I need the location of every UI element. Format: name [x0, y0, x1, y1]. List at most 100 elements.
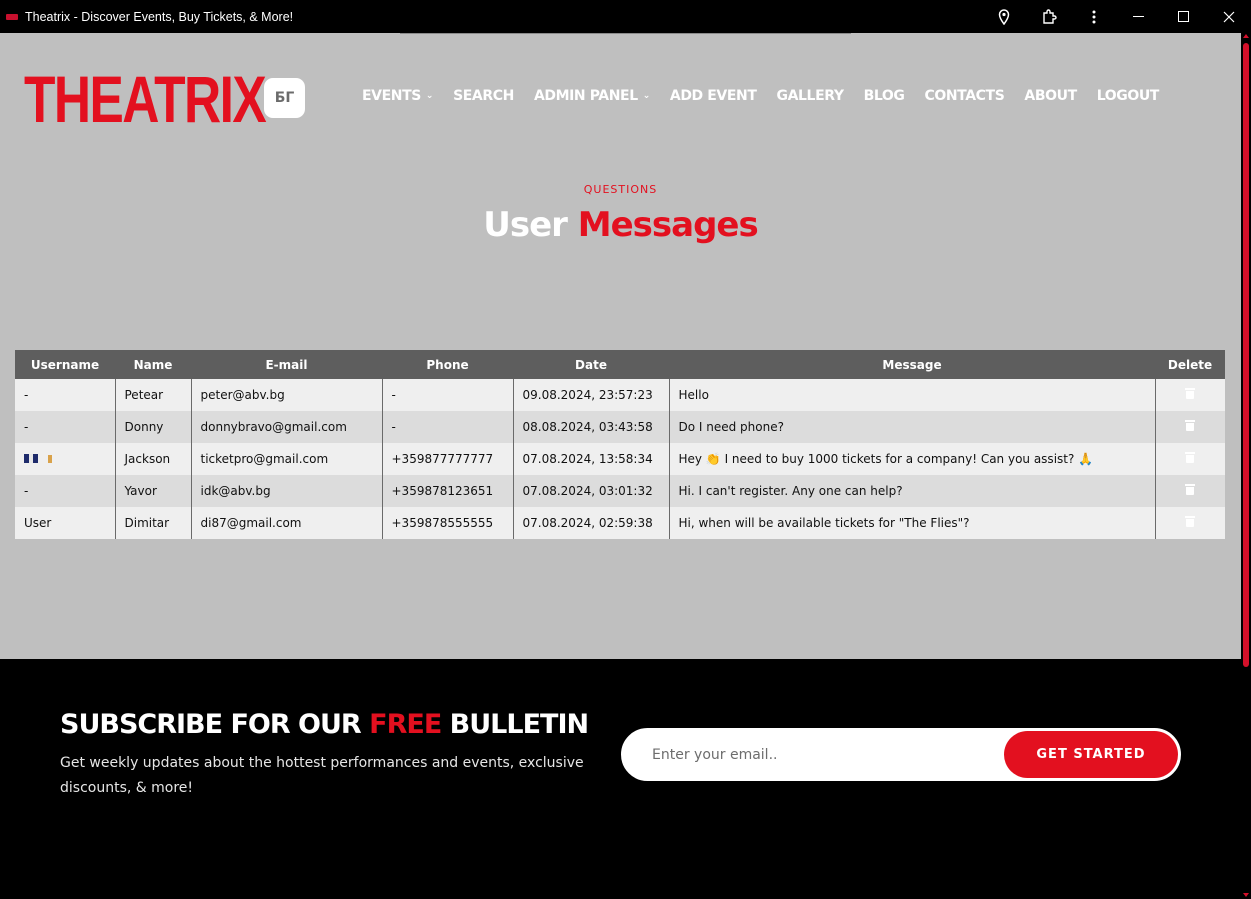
- cell-email: idk@abv.bg: [191, 475, 383, 507]
- cell-username: User: [15, 507, 116, 539]
- trash-icon[interactable]: [1185, 516, 1196, 527]
- subscribe-form: GET STARTED: [621, 728, 1181, 781]
- cell-date: 07.08.2024, 02:59:38: [513, 507, 670, 539]
- nav-item-add-event[interactable]: ADD EVENT: [670, 88, 757, 104]
- close-button[interactable]: [1206, 0, 1251, 33]
- nav-item-events[interactable]: EVENTS ⌄: [362, 88, 433, 104]
- language-toggle-button[interactable]: БГ: [264, 78, 305, 118]
- table-row: Jackson ticketpro@gmail.com +35987777777…: [15, 443, 1225, 475]
- chevron-down-icon: ⌄: [642, 91, 651, 101]
- cell-date: 07.08.2024, 03:01:32: [513, 475, 670, 507]
- messages-table: Username Name E-mail Phone Date Message …: [15, 350, 1225, 539]
- cell-name: Dimitar: [115, 507, 192, 539]
- col-delete: Delete: [1155, 350, 1225, 379]
- app-icon: [6, 13, 18, 20]
- nav-label: EVENTS: [362, 88, 421, 104]
- subscribe-title-b: BULLETIN: [449, 709, 589, 740]
- cell-message: Hello: [669, 379, 1156, 411]
- table-row: - Yavor idk@abv.bg +359878123651 07.08.2…: [15, 475, 1225, 507]
- nav-item-contacts[interactable]: CONTACTS: [924, 88, 1004, 104]
- window-controls: [981, 0, 1251, 33]
- cell-username: [15, 443, 116, 475]
- cell-message: Hi. I can't register. Any one can help?: [669, 475, 1156, 507]
- nav-label: BLOG: [863, 88, 905, 104]
- col-date: Date: [513, 350, 669, 379]
- col-phone: Phone: [382, 350, 513, 379]
- scroll-down-icon[interactable]: [1243, 893, 1249, 897]
- trash-icon[interactable]: [1185, 484, 1196, 495]
- nav-label: SEARCH: [453, 88, 514, 104]
- maximize-button[interactable]: [1161, 0, 1206, 33]
- subscribe-title: SUBSCRIBE FOR OUR FREE BULLETIN: [60, 709, 589, 740]
- table-row: User Dimitar di87@gmail.com +35987855555…: [15, 507, 1225, 539]
- scroll-up-icon[interactable]: [1243, 34, 1249, 38]
- minimize-button[interactable]: [1116, 0, 1161, 33]
- cell-name: Yavor: [115, 475, 192, 507]
- cell-username: -: [15, 379, 116, 411]
- cell-name: Petear: [115, 379, 192, 411]
- table-row: - Donny donnybravo@gmail.com - 08.08.202…: [15, 411, 1225, 443]
- cell-phone: +359878123651: [382, 475, 514, 507]
- location-icon[interactable]: [981, 0, 1026, 33]
- more-menu-icon[interactable]: [1071, 0, 1116, 33]
- subscribe-title-a: SUBSCRIBE FOR OUR: [60, 709, 362, 740]
- nav-label: LOGOUT: [1096, 88, 1160, 104]
- candle-icon: [48, 454, 52, 463]
- col-message: Message: [669, 350, 1155, 379]
- nav-item-gallery[interactable]: GALLERY: [777, 88, 844, 104]
- section-eyebrow: QUESTIONS: [583, 183, 658, 196]
- nav-label: ADD EVENT: [669, 88, 757, 104]
- cell-email: ticketpro@gmail.com: [191, 443, 383, 475]
- window-title: Theatrix - Discover Events, Buy Tickets,…: [25, 9, 294, 24]
- cell-message: Hey 👏 I need to buy 1000 tickets for a c…: [669, 443, 1156, 475]
- subscribe-description: Get weekly updates about the hottest per…: [60, 755, 584, 796]
- cell-message: Hi, when will be available tickets for "…: [669, 507, 1156, 539]
- nav-item-blog[interactable]: BLOG: [864, 88, 905, 104]
- trash-icon[interactable]: [1185, 420, 1196, 431]
- nav-item-admin-panel[interactable]: ADMIN PANEL ⌄: [534, 88, 650, 104]
- col-username: Username: [15, 350, 115, 379]
- cell-phone: -: [382, 411, 514, 443]
- cell-date: 08.08.2024, 03:43:58: [513, 411, 670, 443]
- cell-phone: -: [382, 379, 514, 411]
- table-header-row: Username Name E-mail Phone Date Message …: [15, 350, 1225, 379]
- window-titlebar: Theatrix - Discover Events, Buy Tickets,…: [0, 0, 1251, 33]
- cell-email: peter@abv.bg: [191, 379, 383, 411]
- get-started-button[interactable]: GET STARTED: [1004, 731, 1178, 778]
- cell-username: -: [15, 475, 116, 507]
- cell-email: donnybravo@gmail.com: [191, 411, 383, 443]
- site-logo[interactable]: THEATRIX: [24, 66, 267, 132]
- cell-message: Do I need phone?: [669, 411, 1156, 443]
- cell-date: 07.08.2024, 13:58:34: [513, 443, 670, 475]
- nav-label: GALLERY: [776, 88, 844, 104]
- nav-label: CONTACTS: [924, 88, 1005, 104]
- cell-phone: +359878555555: [382, 507, 514, 539]
- cell-username: -: [15, 411, 116, 443]
- page-content: THEATRIX БГ EVENTS ⌄ SEARCH ADMIN PANEL ⌄ …: [0, 33, 1241, 659]
- nav-item-logout[interactable]: LOGOUT: [1096, 88, 1160, 104]
- page-scrollbar[interactable]: [1241, 33, 1251, 899]
- page-title: User Messages: [0, 205, 1241, 245]
- cell-name: Donny: [115, 411, 192, 443]
- username-emoji: [24, 454, 52, 463]
- page-title-white: User: [483, 205, 568, 245]
- chevron-down-icon: ⌄: [425, 91, 434, 101]
- cell-email: di87@gmail.com: [191, 507, 383, 539]
- subscribe-title-free: FREE: [369, 709, 442, 740]
- email-input[interactable]: [652, 729, 992, 780]
- trash-icon[interactable]: [1185, 452, 1196, 463]
- main-nav: EVENTS ⌄ SEARCH ADMIN PANEL ⌄ ADD EVENT GA…: [362, 88, 1179, 104]
- nav-item-about[interactable]: ABOUT: [1024, 88, 1077, 104]
- subscribe-footer: SUBSCRIBE FOR OUR FREE BULLETIN Get week…: [0, 659, 1241, 899]
- cell-delete: [1155, 475, 1225, 507]
- cell-name: Jackson: [115, 443, 192, 475]
- divider: [400, 33, 851, 34]
- flag-icon: [24, 454, 38, 463]
- nav-item-search[interactable]: SEARCH: [453, 88, 514, 104]
- cell-delete: [1155, 443, 1225, 475]
- trash-icon[interactable]: [1185, 388, 1196, 399]
- cell-phone: +359877777777: [382, 443, 514, 475]
- scrollbar-thumb[interactable]: [1243, 43, 1249, 667]
- page-title-red: Messages: [577, 205, 759, 245]
- extensions-icon[interactable]: [1026, 0, 1071, 33]
